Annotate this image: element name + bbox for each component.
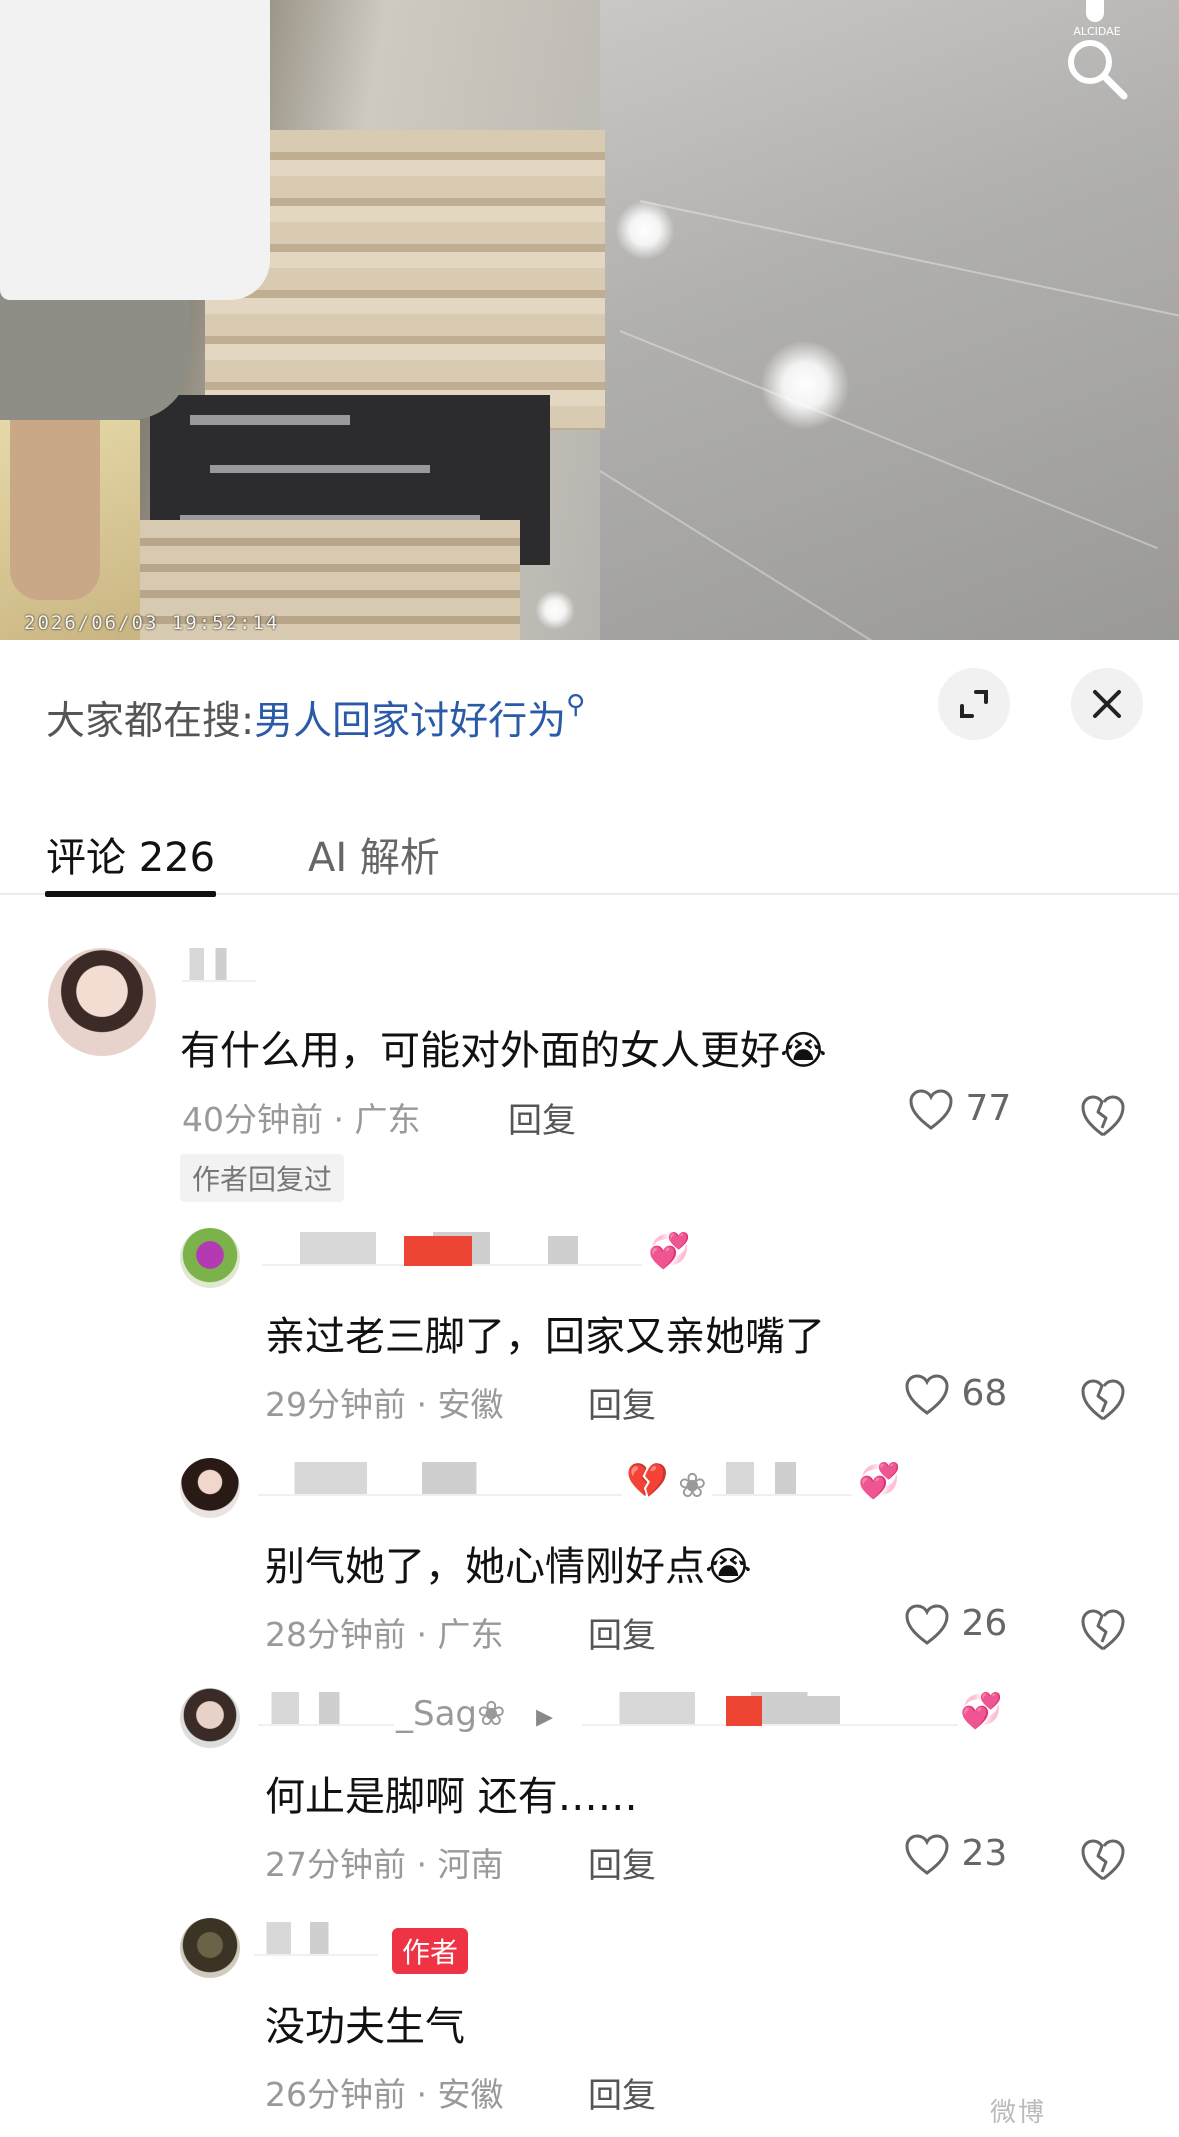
tab-active-indicator	[45, 891, 216, 897]
reply-item: 💔 ❀ 💞 别气她了，她心情刚好点😭 28分钟前 · 广东 回复 26	[0, 1458, 1179, 1668]
tab-bar: 评论 226 AI 解析	[0, 815, 1179, 897]
avatar[interactable]	[180, 1918, 240, 1978]
username-redacted	[712, 1462, 852, 1496]
heart-icon	[905, 1834, 949, 1875]
redaction-block	[404, 1236, 472, 1266]
video-person-shirt	[0, 0, 270, 300]
dislike-icon[interactable]	[1080, 1378, 1126, 1422]
sparkling-heart-emoji: 💞	[648, 1231, 691, 1271]
hot-search-keyword[interactable]: 男人回家讨好行为	[254, 699, 566, 744]
author-replied-badge: 作者回复过	[180, 1154, 345, 1202]
dislike-icon[interactable]	[1080, 1838, 1126, 1882]
reply-arrow-icon: ▸	[536, 1696, 554, 1736]
comment-meta: 26分钟前 · 安徽	[265, 2075, 504, 2114]
avatar[interactable]	[180, 1228, 240, 1288]
username-redacted[interactable]	[254, 1922, 378, 1956]
comment-meta: 40分钟前 · 广东	[182, 1100, 421, 1139]
username-redacted[interactable]	[182, 948, 256, 982]
reply-button[interactable]: 回复	[588, 1838, 656, 1887]
like-count: 26	[961, 1603, 1008, 1644]
comment-meta: 28分钟前 · 广东	[265, 1615, 504, 1654]
comment-text: 没功夫生气	[265, 2004, 465, 2050]
hot-search-bar[interactable]: 大家都在搜:男人回家讨好行为⚲	[46, 690, 585, 746]
reply-button[interactable]: 回复	[588, 2068, 656, 2117]
ceiling-light	[615, 200, 675, 260]
sparkling-heart-emoji: 💞	[858, 1461, 901, 1501]
comment-item: 有什么用，可能对外面的女人更好😭 40分钟前 · 广东 回复 77 作者回复过	[0, 948, 1179, 1202]
username-redacted[interactable]	[258, 1462, 622, 1496]
username-redacted[interactable]	[258, 1692, 394, 1726]
comment-text-body: 有什么用，可能对外面的女人更好	[180, 1028, 780, 1074]
reply-item: 作者 没功夫生气 26分钟前 · 安徽 回复	[0, 1918, 1179, 2118]
reply-button[interactable]: 回复	[588, 1608, 656, 1657]
like-count: 23	[961, 1833, 1008, 1874]
like-button[interactable]: 77	[908, 1088, 1011, 1131]
comment-text: 亲过老三脚了，回家又亲她嘴了	[265, 1314, 825, 1360]
comment-meta: 27分钟前 · 河南	[265, 1845, 504, 1884]
redaction-block	[726, 1696, 762, 1726]
tab-comments[interactable]: 评论 226	[46, 825, 215, 883]
like-count: 68	[961, 1373, 1008, 1414]
magnifier-icon: ⚲	[566, 690, 586, 720]
username-redacted	[582, 1692, 958, 1726]
comment-text: 别气她了，她心情刚好点😭	[265, 1534, 752, 1592]
comment-text: 何止是脚啊 还有……	[265, 1774, 638, 1820]
crying-laughing-emoji: 😭	[780, 1028, 827, 1074]
comment-text: 有什么用，可能对外面的女人更好😭	[180, 1018, 827, 1076]
reply-button[interactable]: 回复	[508, 1093, 576, 1142]
expand-button[interactable]	[938, 668, 1010, 740]
video-player[interactable]: 2026/06/03 19:52:14 ALCIDAE	[0, 0, 1179, 640]
avatar[interactable]	[180, 1458, 240, 1518]
username-fragment: _Sag❀	[396, 1694, 506, 1734]
like-button[interactable]: 23	[904, 1833, 1007, 1876]
tab-ai-analysis[interactable]: AI 解析	[308, 825, 440, 883]
reply-item: 💞 亲过老三脚了，回家又亲她嘴了 29分钟前 · 安徽 回复 68	[0, 1228, 1179, 1438]
like-button[interactable]: 26	[904, 1603, 1007, 1646]
heart-icon	[909, 1089, 953, 1130]
close-button[interactable]	[1071, 668, 1143, 740]
redaction-block	[800, 1696, 840, 1724]
comment-meta: 29分钟前 · 安徽	[265, 1385, 504, 1424]
crying-laughing-emoji: 😭	[705, 1544, 752, 1590]
broken-heart-emoji: 💔	[626, 1461, 669, 1501]
expand-icon	[960, 690, 988, 718]
search-icon[interactable]	[1062, 34, 1130, 102]
ceiling-light	[535, 590, 575, 630]
hot-search-prefix: 大家都在搜:	[46, 699, 255, 744]
dislike-icon[interactable]	[1080, 1608, 1126, 1652]
ceiling-light	[760, 340, 850, 430]
redaction-block	[548, 1236, 578, 1264]
like-count: 77	[965, 1088, 1012, 1129]
reply-button[interactable]: 回复	[588, 1378, 656, 1427]
avatar[interactable]	[48, 948, 156, 1056]
username-flower: ❀	[678, 1466, 707, 1506]
close-icon	[1093, 690, 1121, 718]
avatar[interactable]	[180, 1688, 240, 1748]
reply-item: _Sag❀ ▸ 💞 何止是脚啊 还有…… 27分钟前 · 河南 回复 23	[0, 1688, 1179, 1898]
video-timestamp: 2026/06/03 19:52:14	[24, 612, 280, 634]
heart-icon	[905, 1604, 949, 1645]
sparkling-heart-emoji: 💞	[960, 1691, 1003, 1731]
camera-logo-icon	[1086, 0, 1104, 22]
dislike-icon[interactable]	[1080, 1094, 1126, 1138]
like-button[interactable]: 68	[904, 1373, 1007, 1416]
author-badge: 作者	[392, 1928, 469, 1974]
weibo-watermark: 微博	[990, 2098, 1047, 2128]
comment-text-body: 别气她了，她心情刚好点	[265, 1544, 705, 1590]
camera-logo: ALCIDAE	[1062, 0, 1132, 38]
heart-icon	[905, 1374, 949, 1415]
